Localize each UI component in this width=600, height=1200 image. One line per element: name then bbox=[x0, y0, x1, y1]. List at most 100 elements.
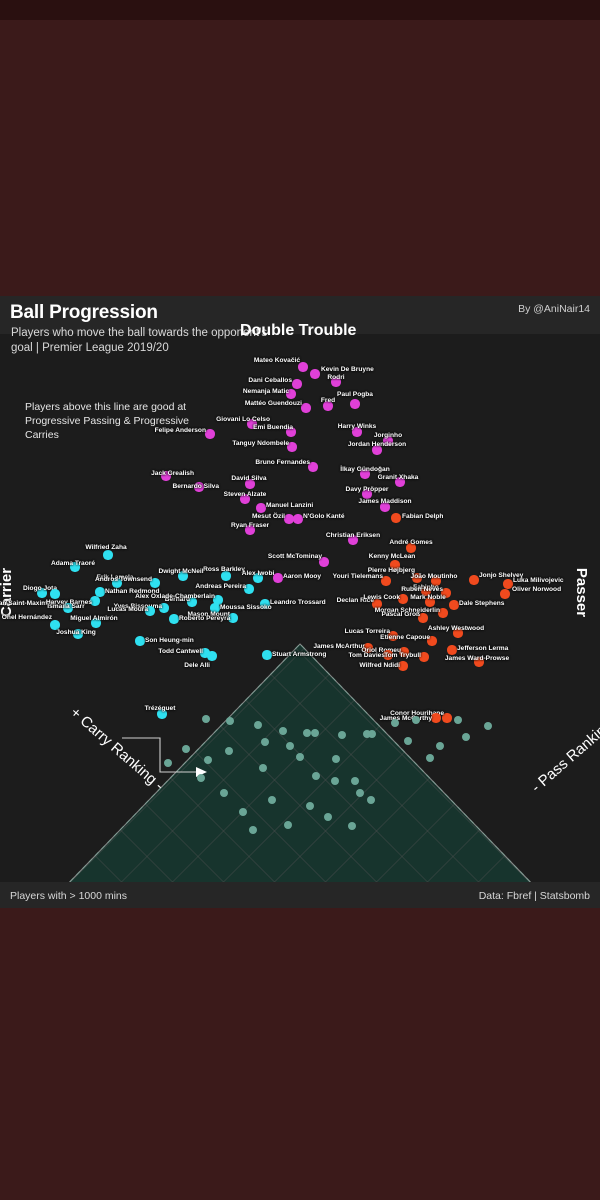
data-point-label: Jack Grealish bbox=[151, 470, 194, 477]
data-point-magenta bbox=[301, 403, 311, 413]
data-point-magenta bbox=[273, 573, 283, 583]
data-point-magenta bbox=[284, 514, 294, 524]
footer-source: Data: Fbref | Statsbomb bbox=[478, 890, 590, 902]
data-point-label: Mateo Kovačić bbox=[253, 357, 300, 364]
data-point-label: James Maddison bbox=[358, 498, 412, 505]
infographic-card: Ball Progression By @AniNair14 Players w… bbox=[0, 296, 600, 908]
page-root: Ball Progression By @AniNair14 Players w… bbox=[0, 0, 600, 1200]
data-point-label: Paul Pogba bbox=[337, 391, 373, 398]
data-point-label: Stuart Armstrong bbox=[272, 651, 327, 658]
data-point-label: Ross Barkley bbox=[203, 566, 245, 573]
data-point-orange bbox=[447, 645, 457, 655]
data-point-label: Fabian Delph bbox=[402, 513, 444, 520]
data-point-label: Lewis Cook bbox=[363, 594, 400, 601]
zone-headline: Double Trouble bbox=[240, 322, 357, 339]
scatter-plot: Double Trouble Players above this line a… bbox=[0, 296, 600, 908]
data-point-label: Ismaila Sarr bbox=[47, 603, 85, 610]
data-point-label: Oliver Norwood bbox=[512, 586, 562, 593]
data-point-label: Nemanja Matic bbox=[242, 388, 289, 395]
data-point-label: Dani Ceballos bbox=[248, 377, 292, 384]
data-point-magenta bbox=[310, 369, 320, 379]
data-point-cyan bbox=[135, 636, 145, 646]
data-point-label: Alex Oxlade-Chamberlain bbox=[135, 593, 215, 600]
data-point-label: Onel Hernández bbox=[1, 614, 52, 621]
data-point-orange bbox=[500, 589, 510, 599]
data-point-label: João Moutinho bbox=[410, 573, 458, 580]
data-point-magenta bbox=[293, 514, 303, 524]
data-point-label: Etienne Capoue bbox=[380, 634, 430, 641]
data-point-cyan bbox=[50, 589, 60, 599]
data-point-orange bbox=[449, 600, 459, 610]
data-point-label: Youri Tielemans bbox=[332, 573, 383, 580]
data-point-label: Scott McTominay bbox=[267, 553, 322, 560]
data-point-label: Bernardo Silva bbox=[172, 483, 219, 490]
data-point-label: Alex Iwobi bbox=[241, 570, 275, 577]
card-footer: Players with > 1000 mins Data: Fbref | S… bbox=[0, 882, 600, 908]
data-point-label: Dwight McNeil bbox=[158, 568, 204, 575]
data-point-magenta bbox=[256, 503, 266, 513]
data-point-label: Manuel Lanzini bbox=[266, 502, 314, 509]
data-point-label: Mattéo Guendouzi bbox=[244, 400, 302, 407]
data-point-label: James Ward-Prowse bbox=[444, 655, 510, 662]
data-point-label: Dale Stephens bbox=[459, 600, 505, 607]
data-point-cyan bbox=[169, 614, 179, 624]
data-point-label: Todd Cantwell bbox=[158, 648, 203, 655]
zone-note: Players above this line are good at Prog… bbox=[25, 401, 189, 441]
data-point-label: Luka Milivojevic bbox=[513, 577, 564, 584]
data-point-label: Trézéguet bbox=[144, 705, 176, 712]
data-point-label: Son Heung-min bbox=[145, 637, 194, 644]
data-point-label: James McArthur bbox=[313, 643, 365, 650]
data-point-label: Leandro Trossard bbox=[270, 599, 326, 606]
data-point-label: André Gomes bbox=[389, 539, 433, 546]
top-band bbox=[0, 0, 600, 20]
data-point-label: David Silva bbox=[231, 475, 267, 482]
data-point-label: Kevin De Bruyne bbox=[321, 366, 374, 373]
data-point-orange bbox=[431, 713, 441, 723]
data-point-label: Christian Eriksen bbox=[325, 532, 381, 539]
data-point-label: Joshua King bbox=[56, 629, 96, 636]
data-point-cyan bbox=[95, 587, 105, 597]
data-point-label: İlkay Gündoğan bbox=[340, 466, 390, 473]
data-point-label: James McCarthy bbox=[379, 715, 432, 722]
data-point-label: Dele Alli bbox=[184, 662, 210, 669]
data-point-label: Andreas Pereira bbox=[195, 583, 246, 590]
data-point-label: Lucas Moura bbox=[107, 606, 148, 613]
data-point-label: Ryan Fraser bbox=[230, 522, 270, 529]
data-point-label: Fred bbox=[320, 397, 336, 404]
data-point-label: Jordan Henderson bbox=[347, 441, 407, 448]
data-point-label: Giovani Lo Celso bbox=[216, 416, 270, 423]
data-point-label: Emi Buendia bbox=[253, 424, 293, 431]
data-point-label: Miguel Almirón bbox=[70, 615, 118, 622]
data-point-magenta bbox=[205, 429, 215, 439]
data-point-label: Granit Xhaka bbox=[377, 474, 419, 481]
data-point-label: Jefferson Lerma bbox=[457, 645, 509, 652]
axis-label-carrier: Carrier bbox=[0, 567, 16, 618]
data-point-label: Mark Noble bbox=[410, 594, 446, 601]
data-point-label: Felipe Anderson bbox=[154, 427, 206, 434]
data-point-label: Wilfried Zaha bbox=[85, 544, 127, 551]
axis-label-passer: Passer bbox=[573, 567, 591, 618]
data-point-label: Tom Trybull bbox=[384, 652, 421, 659]
data-point-label: Steven Alzate bbox=[223, 491, 267, 498]
data-point-label: Jorginho bbox=[373, 432, 403, 439]
data-point-label: Adama Traoré bbox=[51, 560, 95, 567]
data-point-magenta bbox=[350, 399, 360, 409]
data-point-cyan bbox=[103, 550, 113, 560]
data-point-orange bbox=[391, 513, 401, 523]
data-point-label: Moussa Sissoko bbox=[220, 604, 272, 611]
data-point-label: Davy Pröpper bbox=[345, 486, 389, 493]
data-point-label: N'Golo Kanté bbox=[303, 513, 345, 520]
data-point-cyan bbox=[207, 651, 217, 661]
data-point-cyan bbox=[262, 650, 272, 660]
data-point-magenta bbox=[292, 379, 302, 389]
data-point-label: Andros Townsend bbox=[94, 576, 152, 583]
data-point-label: Tom Davies bbox=[348, 652, 385, 659]
data-point-label: Roberto Pereyra bbox=[179, 615, 231, 622]
data-point-label: Rodri bbox=[327, 374, 345, 381]
footer-note: Players with > 1000 mins bbox=[10, 890, 128, 902]
data-point-orange bbox=[469, 575, 479, 585]
data-point-label: Mesut Özil bbox=[252, 513, 285, 520]
data-point-label: Pascal Groß bbox=[381, 611, 420, 618]
data-point-label: Wilfred Ndidi bbox=[359, 662, 400, 669]
data-point-label: Tanguy Ndombele bbox=[232, 440, 289, 447]
